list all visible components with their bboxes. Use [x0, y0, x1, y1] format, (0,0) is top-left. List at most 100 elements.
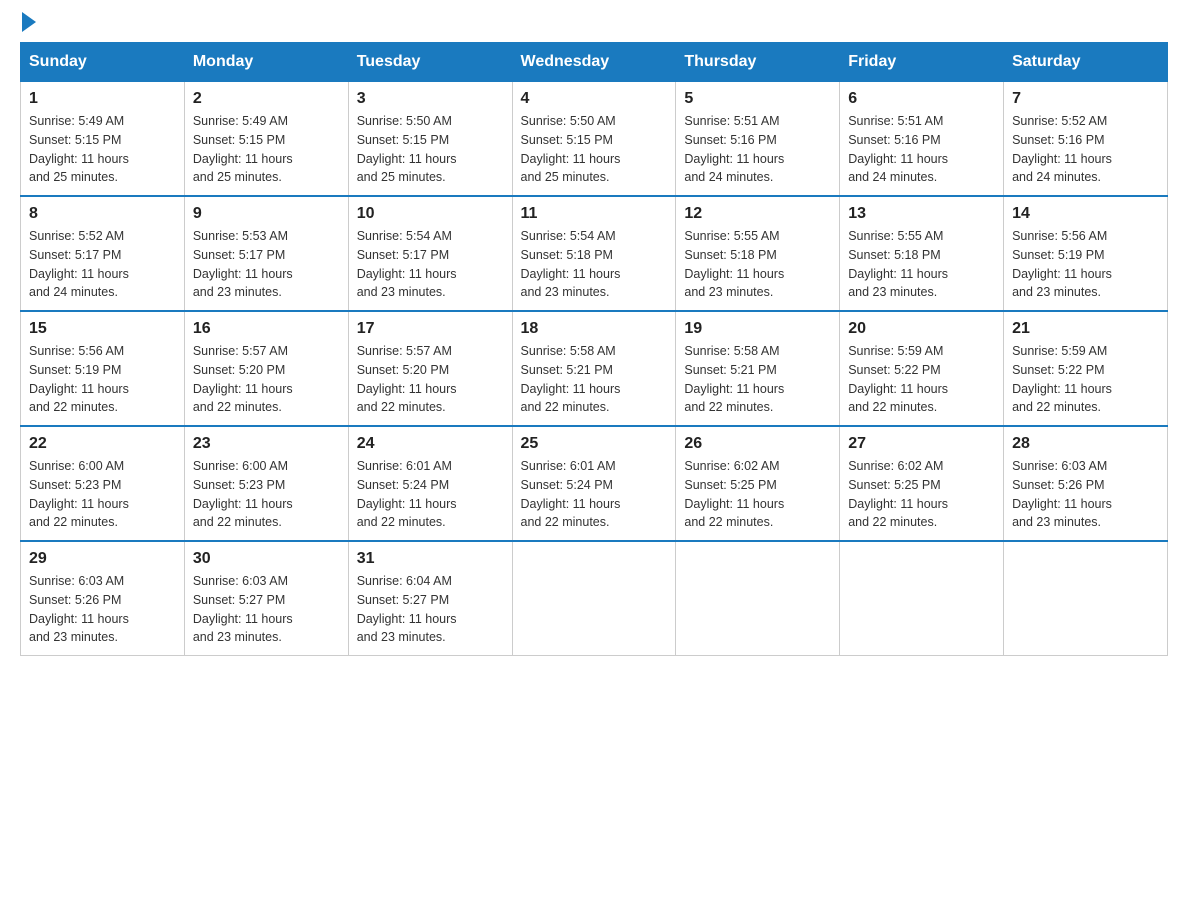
day-info: Sunrise: 6:02 AMSunset: 5:25 PMDaylight:… — [684, 457, 831, 532]
day-number: 11 — [521, 205, 668, 223]
calendar-cell: 6 Sunrise: 5:51 AMSunset: 5:16 PMDayligh… — [840, 82, 1004, 197]
day-info: Sunrise: 6:00 AMSunset: 5:23 PMDaylight:… — [29, 457, 176, 532]
day-info: Sunrise: 5:57 AMSunset: 5:20 PMDaylight:… — [193, 342, 340, 417]
calendar-cell: 2 Sunrise: 5:49 AMSunset: 5:15 PMDayligh… — [184, 82, 348, 197]
calendar-week-1: 1 Sunrise: 5:49 AMSunset: 5:15 PMDayligh… — [21, 82, 1168, 197]
day-number: 21 — [1012, 320, 1159, 338]
day-number: 27 — [848, 435, 995, 453]
calendar-cell: 7 Sunrise: 5:52 AMSunset: 5:16 PMDayligh… — [1004, 82, 1168, 197]
calendar-cell: 27 Sunrise: 6:02 AMSunset: 5:25 PMDaylig… — [840, 426, 1004, 541]
day-number: 9 — [193, 205, 340, 223]
day-info: Sunrise: 5:52 AMSunset: 5:16 PMDaylight:… — [1012, 112, 1159, 187]
day-info: Sunrise: 6:00 AMSunset: 5:23 PMDaylight:… — [193, 457, 340, 532]
day-number: 24 — [357, 435, 504, 453]
calendar-cell: 17 Sunrise: 5:57 AMSunset: 5:20 PMDaylig… — [348, 311, 512, 426]
day-number: 12 — [684, 205, 831, 223]
day-number: 16 — [193, 320, 340, 338]
calendar-header-monday: Monday — [184, 43, 348, 82]
day-number: 19 — [684, 320, 831, 338]
calendar-cell — [840, 541, 1004, 656]
day-number: 29 — [29, 550, 176, 568]
calendar-header-saturday: Saturday — [1004, 43, 1168, 82]
day-info: Sunrise: 5:55 AMSunset: 5:18 PMDaylight:… — [684, 227, 831, 302]
calendar-cell: 24 Sunrise: 6:01 AMSunset: 5:24 PMDaylig… — [348, 426, 512, 541]
calendar-cell: 20 Sunrise: 5:59 AMSunset: 5:22 PMDaylig… — [840, 311, 1004, 426]
calendar-cell: 21 Sunrise: 5:59 AMSunset: 5:22 PMDaylig… — [1004, 311, 1168, 426]
calendar-cell: 16 Sunrise: 5:57 AMSunset: 5:20 PMDaylig… — [184, 311, 348, 426]
day-info: Sunrise: 5:56 AMSunset: 5:19 PMDaylight:… — [29, 342, 176, 417]
day-number: 10 — [357, 205, 504, 223]
day-number: 4 — [521, 90, 668, 108]
calendar-cell: 1 Sunrise: 5:49 AMSunset: 5:15 PMDayligh… — [21, 82, 185, 197]
day-info: Sunrise: 5:54 AMSunset: 5:17 PMDaylight:… — [357, 227, 504, 302]
day-info: Sunrise: 5:55 AMSunset: 5:18 PMDaylight:… — [848, 227, 995, 302]
day-info: Sunrise: 5:49 AMSunset: 5:15 PMDaylight:… — [29, 112, 176, 187]
day-info: Sunrise: 5:50 AMSunset: 5:15 PMDaylight:… — [357, 112, 504, 187]
day-number: 8 — [29, 205, 176, 223]
calendar-cell: 15 Sunrise: 5:56 AMSunset: 5:19 PMDaylig… — [21, 311, 185, 426]
day-info: Sunrise: 5:58 AMSunset: 5:21 PMDaylight:… — [684, 342, 831, 417]
calendar-cell: 31 Sunrise: 6:04 AMSunset: 5:27 PMDaylig… — [348, 541, 512, 656]
day-info: Sunrise: 5:52 AMSunset: 5:17 PMDaylight:… — [29, 227, 176, 302]
calendar-cell: 9 Sunrise: 5:53 AMSunset: 5:17 PMDayligh… — [184, 196, 348, 311]
calendar-cell: 19 Sunrise: 5:58 AMSunset: 5:21 PMDaylig… — [676, 311, 840, 426]
day-info: Sunrise: 5:51 AMSunset: 5:16 PMDaylight:… — [684, 112, 831, 187]
day-number: 20 — [848, 320, 995, 338]
calendar-cell: 28 Sunrise: 6:03 AMSunset: 5:26 PMDaylig… — [1004, 426, 1168, 541]
day-info: Sunrise: 6:03 AMSunset: 5:26 PMDaylight:… — [29, 572, 176, 647]
calendar-header-friday: Friday — [840, 43, 1004, 82]
day-number: 2 — [193, 90, 340, 108]
day-info: Sunrise: 5:50 AMSunset: 5:15 PMDaylight:… — [521, 112, 668, 187]
day-info: Sunrise: 6:03 AMSunset: 5:26 PMDaylight:… — [1012, 457, 1159, 532]
calendar-cell: 13 Sunrise: 5:55 AMSunset: 5:18 PMDaylig… — [840, 196, 1004, 311]
calendar-cell: 30 Sunrise: 6:03 AMSunset: 5:27 PMDaylig… — [184, 541, 348, 656]
calendar-cell — [1004, 541, 1168, 656]
calendar-cell — [512, 541, 676, 656]
logo-arrow-icon — [22, 12, 36, 32]
calendar-cell: 5 Sunrise: 5:51 AMSunset: 5:16 PMDayligh… — [676, 82, 840, 197]
day-info: Sunrise: 6:01 AMSunset: 5:24 PMDaylight:… — [357, 457, 504, 532]
day-number: 14 — [1012, 205, 1159, 223]
calendar-cell: 18 Sunrise: 5:58 AMSunset: 5:21 PMDaylig… — [512, 311, 676, 426]
calendar-cell: 26 Sunrise: 6:02 AMSunset: 5:25 PMDaylig… — [676, 426, 840, 541]
day-number: 22 — [29, 435, 176, 453]
day-number: 6 — [848, 90, 995, 108]
day-info: Sunrise: 6:01 AMSunset: 5:24 PMDaylight:… — [521, 457, 668, 532]
day-number: 18 — [521, 320, 668, 338]
day-number: 23 — [193, 435, 340, 453]
calendar-body: 1 Sunrise: 5:49 AMSunset: 5:15 PMDayligh… — [21, 82, 1168, 656]
day-number: 25 — [521, 435, 668, 453]
day-info: Sunrise: 5:57 AMSunset: 5:20 PMDaylight:… — [357, 342, 504, 417]
calendar-cell: 8 Sunrise: 5:52 AMSunset: 5:17 PMDayligh… — [21, 196, 185, 311]
calendar-cell: 22 Sunrise: 6:00 AMSunset: 5:23 PMDaylig… — [21, 426, 185, 541]
day-number: 17 — [357, 320, 504, 338]
day-number: 28 — [1012, 435, 1159, 453]
calendar-cell: 23 Sunrise: 6:00 AMSunset: 5:23 PMDaylig… — [184, 426, 348, 541]
day-info: Sunrise: 5:59 AMSunset: 5:22 PMDaylight:… — [848, 342, 995, 417]
calendar-header-sunday: Sunday — [21, 43, 185, 82]
day-info: Sunrise: 6:02 AMSunset: 5:25 PMDaylight:… — [848, 457, 995, 532]
calendar-cell — [676, 541, 840, 656]
calendar-cell: 3 Sunrise: 5:50 AMSunset: 5:15 PMDayligh… — [348, 82, 512, 197]
calendar-cell: 10 Sunrise: 5:54 AMSunset: 5:17 PMDaylig… — [348, 196, 512, 311]
calendar-cell: 14 Sunrise: 5:56 AMSunset: 5:19 PMDaylig… — [1004, 196, 1168, 311]
day-info: Sunrise: 5:53 AMSunset: 5:17 PMDaylight:… — [193, 227, 340, 302]
day-number: 26 — [684, 435, 831, 453]
calendar-cell: 29 Sunrise: 6:03 AMSunset: 5:26 PMDaylig… — [21, 541, 185, 656]
day-info: Sunrise: 5:54 AMSunset: 5:18 PMDaylight:… — [521, 227, 668, 302]
day-info: Sunrise: 5:58 AMSunset: 5:21 PMDaylight:… — [521, 342, 668, 417]
calendar-week-5: 29 Sunrise: 6:03 AMSunset: 5:26 PMDaylig… — [21, 541, 1168, 656]
day-number: 30 — [193, 550, 340, 568]
logo — [20, 20, 36, 32]
calendar-week-2: 8 Sunrise: 5:52 AMSunset: 5:17 PMDayligh… — [21, 196, 1168, 311]
calendar-table: SundayMondayTuesdayWednesdayThursdayFrid… — [20, 42, 1168, 656]
calendar-cell: 11 Sunrise: 5:54 AMSunset: 5:18 PMDaylig… — [512, 196, 676, 311]
day-info: Sunrise: 6:04 AMSunset: 5:27 PMDaylight:… — [357, 572, 504, 647]
day-number: 1 — [29, 90, 176, 108]
calendar-cell: 12 Sunrise: 5:55 AMSunset: 5:18 PMDaylig… — [676, 196, 840, 311]
calendar-header-wednesday: Wednesday — [512, 43, 676, 82]
day-number: 3 — [357, 90, 504, 108]
day-info: Sunrise: 5:49 AMSunset: 5:15 PMDaylight:… — [193, 112, 340, 187]
day-number: 31 — [357, 550, 504, 568]
calendar-week-3: 15 Sunrise: 5:56 AMSunset: 5:19 PMDaylig… — [21, 311, 1168, 426]
